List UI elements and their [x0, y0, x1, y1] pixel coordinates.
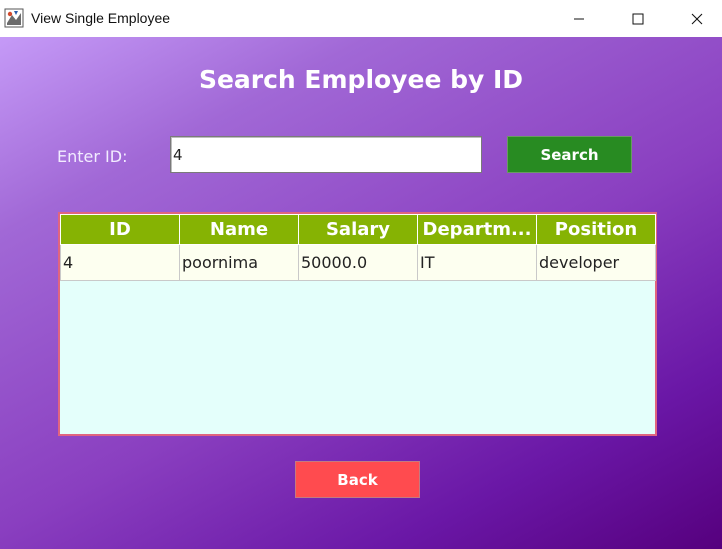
employee-table: ID Name Salary Departm... Position 4 poo… — [58, 212, 657, 436]
close-icon[interactable] — [674, 0, 720, 37]
window-title: View Single Employee — [31, 10, 171, 26]
title-bar: View Single Employee — [0, 0, 722, 37]
column-header-name[interactable]: Name — [179, 214, 299, 245]
search-button[interactable]: Search — [507, 136, 632, 173]
cell-position[interactable]: developer — [536, 244, 656, 281]
column-header-salary[interactable]: Salary — [298, 214, 418, 245]
column-header-department[interactable]: Departm... — [417, 214, 537, 245]
maximize-icon[interactable] — [615, 0, 661, 37]
id-input[interactable] — [170, 136, 482, 173]
cell-name[interactable]: poornima — [179, 244, 299, 281]
id-label: Enter ID: — [57, 147, 128, 166]
table-header-row: ID Name Salary Departm... Position — [60, 214, 656, 245]
cell-id[interactable]: 4 — [60, 244, 180, 281]
back-button[interactable]: Back — [295, 461, 420, 498]
page-title: Search Employee by ID — [198, 65, 524, 94]
column-header-position[interactable]: Position — [536, 214, 656, 245]
cell-department[interactable]: IT — [417, 244, 537, 281]
column-header-id[interactable]: ID — [60, 214, 180, 245]
cell-salary[interactable]: 50000.0 — [298, 244, 418, 281]
main-panel: Search Employee by ID Enter ID: Search I… — [0, 37, 722, 549]
java-app-icon — [4, 8, 24, 28]
minimize-icon[interactable] — [556, 0, 602, 37]
table-row[interactable]: 4 poornima 50000.0 IT developer — [60, 244, 656, 281]
